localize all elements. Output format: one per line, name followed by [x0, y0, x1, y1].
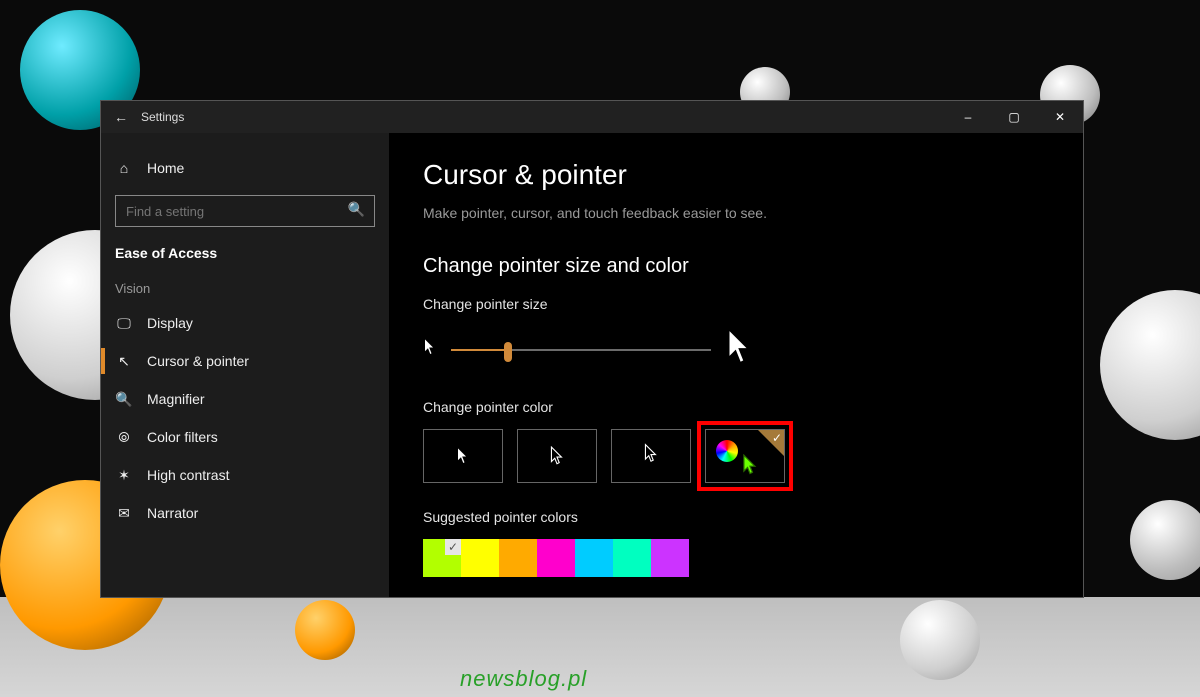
sidebar-item-magnifier[interactable]: 🔍 Magnifier — [101, 380, 389, 418]
color-swatch[interactable] — [651, 539, 689, 577]
bg-sphere — [1100, 290, 1200, 440]
bg-sphere — [295, 600, 355, 660]
home-icon: ⌂ — [115, 160, 133, 176]
suggested-colors — [423, 539, 1049, 577]
color-swatch[interactable] — [537, 539, 575, 577]
page-title: Cursor & pointer — [423, 159, 1049, 191]
check-icon: ✓ — [772, 431, 782, 445]
nav-icon: ↖ — [115, 353, 133, 370]
watermark: newsblog.pl — [460, 666, 587, 692]
group-label: Vision — [101, 261, 389, 304]
color-wheel-icon — [716, 440, 738, 462]
minimize-button[interactable]: – — [945, 101, 991, 133]
section-label: Ease of Access — [101, 245, 389, 261]
nav-icon: ✉ — [115, 505, 133, 522]
nav-icon: 🖵 — [115, 315, 133, 332]
nav-label: Display — [147, 315, 193, 331]
color-swatch[interactable] — [613, 539, 651, 577]
cursor-large-icon — [725, 326, 755, 373]
bg-sphere — [1130, 500, 1200, 580]
sidebar-item-high-contrast[interactable]: ✶ High contrast — [101, 456, 389, 494]
sidebar-item-cursor-pointer[interactable]: ↖ Cursor & pointer — [101, 342, 389, 380]
sidebar-item-narrator[interactable]: ✉ Narrator — [101, 494, 389, 532]
color-swatch[interactable] — [461, 539, 499, 577]
bg-sphere — [900, 600, 980, 680]
titlebar[interactable]: ← Settings – ▢ ✕ — [101, 101, 1083, 133]
color-swatch[interactable] — [575, 539, 613, 577]
sidebar-item-display[interactable]: 🖵 Display — [101, 304, 389, 342]
nav-label: Cursor & pointer — [147, 353, 249, 369]
window-title: Settings — [141, 110, 184, 124]
page-subtitle: Make pointer, cursor, and touch feedback… — [423, 205, 1049, 221]
home-label: Home — [147, 160, 184, 176]
nav-icon: 🔍 — [115, 391, 133, 408]
search-input[interactable] — [115, 195, 375, 227]
pointer-size-label: Change pointer size — [423, 296, 1049, 312]
maximize-button[interactable]: ▢ — [991, 101, 1037, 133]
nav-icon: ⦾ — [115, 429, 133, 446]
pointer-color-white[interactable] — [423, 429, 503, 483]
cursor-green-icon — [742, 454, 758, 481]
color-swatch[interactable] — [499, 539, 537, 577]
cursor-small-icon — [423, 337, 437, 362]
nav-label: Narrator — [147, 505, 198, 521]
suggested-colors-label: Suggested pointer colors — [423, 509, 1049, 525]
sidebar: ⌂ Home 🔍 Ease of Access Vision 🖵 Display ↖… — [101, 133, 389, 597]
back-button[interactable]: ← — [101, 109, 141, 125]
nav-label: High contrast — [147, 467, 229, 483]
nav-label: Magnifier — [147, 391, 205, 407]
pointer-size-slider[interactable] — [451, 340, 711, 360]
section-heading: Change pointer size and color — [423, 255, 1049, 278]
close-button[interactable]: ✕ — [1037, 101, 1083, 133]
pointer-color-label: Change pointer color — [423, 399, 1049, 415]
content-pane: Cursor & pointer Make pointer, cursor, a… — [389, 133, 1083, 597]
search-icon: 🔍 — [348, 201, 365, 218]
nav-label: Color filters — [147, 429, 218, 445]
sidebar-home[interactable]: ⌂ Home — [101, 149, 389, 187]
desktop-floor — [0, 597, 1200, 697]
nav-icon: ✶ — [115, 467, 133, 484]
pointer-color-options: ✓ — [423, 429, 1049, 483]
pointer-color-inverted[interactable] — [611, 429, 691, 483]
settings-window: ← Settings – ▢ ✕ ⌂ Home 🔍 Ease of Access… — [100, 100, 1084, 598]
pointer-color-black[interactable] — [517, 429, 597, 483]
color-swatch[interactable] — [423, 539, 461, 577]
sidebar-item-color-filters[interactable]: ⦾ Color filters — [101, 418, 389, 456]
pointer-color-custom[interactable]: ✓ — [705, 429, 785, 483]
